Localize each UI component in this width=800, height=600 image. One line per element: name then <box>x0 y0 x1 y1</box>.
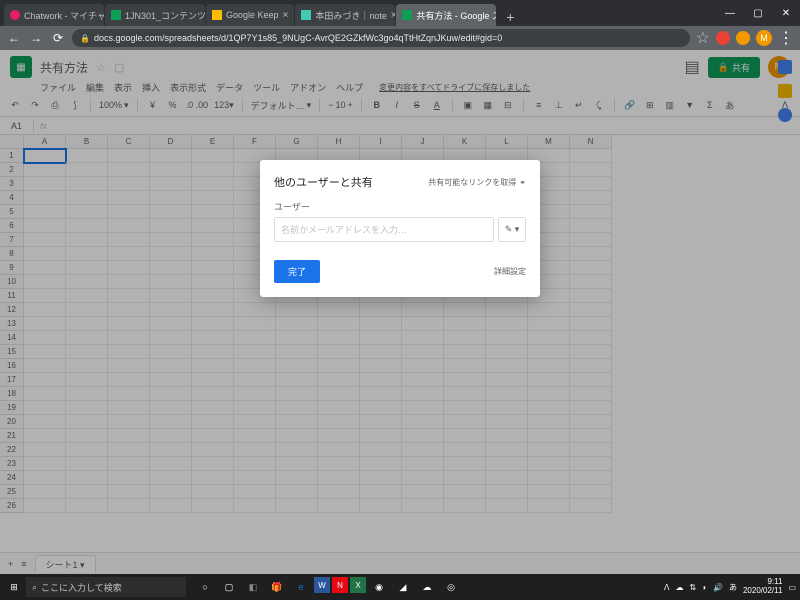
browser-tab[interactable]: 1JN301_コンテンツシート（ツール…× <box>105 4 205 26</box>
address-bar: ← → ⟳ 🔒docs.google.com/spreadsheets/d/1Q… <box>0 26 800 50</box>
word-icon[interactable]: W <box>314 577 330 593</box>
reload-button[interactable]: ⟳ <box>50 31 66 45</box>
profile-avatar[interactable]: M <box>756 30 772 46</box>
browser-tab-active[interactable]: 共有方法 - Google スプレッドシ…× <box>396 4 496 26</box>
done-button[interactable]: 完了 <box>274 260 320 283</box>
link-icon: ⚭ <box>519 178 526 187</box>
maximize-button[interactable]: ▢ <box>744 0 772 26</box>
browser-tab[interactable]: 本田みづき｜note× <box>295 4 395 26</box>
close-icon[interactable]: × <box>387 10 395 21</box>
advanced-link[interactable]: 詳細設定 <box>494 266 526 277</box>
close-window-button[interactable]: ✕ <box>772 0 800 26</box>
lock-icon: 🔒 <box>80 34 90 43</box>
volume-icon[interactable]: 🔊 <box>713 583 723 592</box>
bookmark-icon[interactable]: ☆ <box>696 28 710 48</box>
taskbar-app-icon[interactable]: N <box>332 577 348 593</box>
taskbar-search[interactable]: ⌕ここに入力して検索 <box>26 577 186 597</box>
permission-dropdown[interactable]: ✎ ▾ <box>498 217 526 242</box>
wifi-icon[interactable]: ◗ <box>702 583 707 592</box>
modal-scrim[interactable]: 他のユーザーと共有 共有可能なリンクを取得⚭ ユーザー 名前かメールアドレスを入… <box>0 50 800 574</box>
tray-chevron-icon[interactable]: ᐱ <box>664 583 669 592</box>
browser-tab-bar: Chatwork - マイチャット× 1JN301_コンテンツシート（ツール…×… <box>0 0 800 26</box>
search-icon: ⌕ <box>32 582 37 593</box>
task-view-icon[interactable]: ▢ <box>218 577 240 597</box>
taskbar-app-icon[interactable]: 🎁 <box>266 577 288 597</box>
browser-tab[interactable]: Chatwork - マイチャット× <box>4 4 104 26</box>
edge-icon[interactable]: e <box>290 577 312 597</box>
notifications-icon[interactable]: ▭ <box>788 583 796 592</box>
start-button[interactable]: ⊞ <box>4 577 24 597</box>
url-input[interactable]: 🔒docs.google.com/spreadsheets/d/1QP7Y1s8… <box>72 29 690 47</box>
network-icon[interactable]: ⇅ <box>689 583 696 592</box>
share-dialog: 他のユーザーと共有 共有可能なリンクを取得⚭ ユーザー 名前かメールアドレスを入… <box>260 160 540 297</box>
cortana-icon[interactable]: ○ <box>194 577 216 597</box>
back-button[interactable]: ← <box>6 31 22 45</box>
clock[interactable]: 9:112020/02/11 <box>743 578 782 596</box>
taskbar-app-icon[interactable]: ◎ <box>440 577 462 597</box>
windows-taskbar: ⊞ ⌕ここに入力して検索 ○ ▢ ◧ 🎁 e W N X ◉ ◢ ☁ ◎ ᐱ ☁… <box>0 574 800 600</box>
share-email-input[interactable]: 名前かメールアドレスを入力… <box>274 217 494 242</box>
excel-icon[interactable]: X <box>350 577 366 593</box>
forward-button[interactable]: → <box>28 31 44 45</box>
new-tab-button[interactable]: + <box>501 8 519 26</box>
taskbar-app-icon[interactable]: ◢ <box>392 577 414 597</box>
get-link-button[interactable]: 共有可能なリンクを取得⚭ <box>428 177 526 188</box>
extension-icon[interactable] <box>736 31 750 45</box>
taskbar-app-icon[interactable]: ☁ <box>416 577 438 597</box>
onedrive-icon[interactable]: ☁ <box>675 583 683 592</box>
close-icon[interactable]: × <box>279 10 289 21</box>
users-label: ユーザー <box>274 200 526 213</box>
chrome-icon[interactable]: ◉ <box>368 577 390 597</box>
menu-icon[interactable]: ⋮ <box>778 28 794 48</box>
browser-tab[interactable]: Google Keep× <box>206 4 294 26</box>
extension-icon[interactable] <box>716 31 730 45</box>
dialog-title: 他のユーザーと共有 <box>274 174 373 190</box>
minimize-button[interactable]: — <box>716 0 744 26</box>
ime-indicator[interactable]: あ <box>729 582 737 593</box>
taskbar-app-icon[interactable]: ◧ <box>242 577 264 597</box>
